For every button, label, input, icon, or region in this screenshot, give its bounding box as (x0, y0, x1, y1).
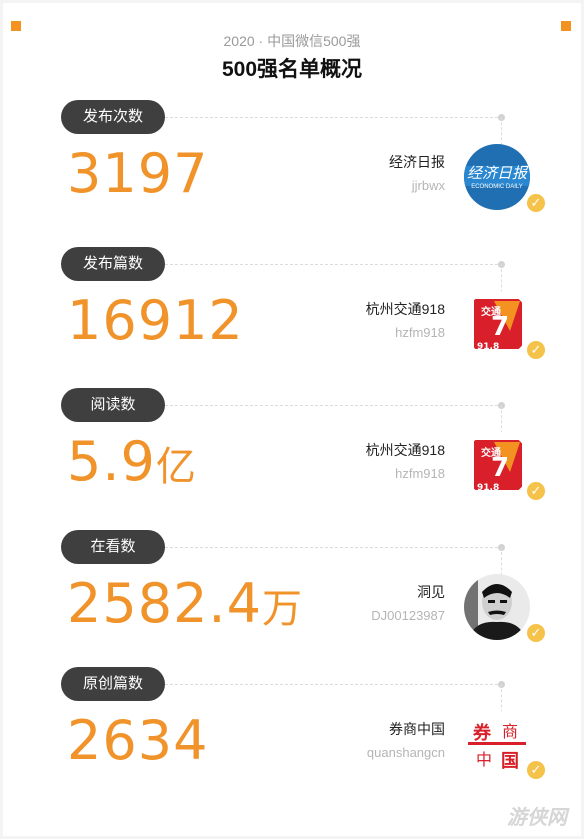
stat-section-original-count: 原创篇数 2634 券商中国 quanshangcn 券 商 中 国 ✓ (3, 667, 581, 807)
account-id: hzfm918 (395, 466, 445, 481)
verified-badge-icon: ✓ (525, 622, 547, 644)
stat-section-read-count: 阅读数 5.9亿 杭州交通918 hzfm918 交通 7 91.8 ✓ (3, 388, 581, 528)
dashed-divider (165, 547, 503, 548)
site-watermark: 游侠网 (507, 807, 567, 829)
account-name: 券商中国 (389, 721, 445, 737)
stat-value: 2582.4万 (67, 572, 303, 635)
account-name: 杭州交通918 (365, 442, 445, 458)
account-id: quanshangcn (366, 745, 445, 760)
svg-text:国: 国 (501, 751, 519, 772)
svg-text:ECONOMIC DAILY: ECONOMIC DAILY (471, 184, 523, 190)
stat-label-pill: 发布次数 (61, 100, 165, 134)
dashed-divider (165, 405, 503, 406)
stat-value: 5.9亿 (67, 430, 197, 493)
stat-value: 16912 (67, 289, 244, 352)
account-id: hzfm918 (395, 325, 445, 340)
svg-text:7: 7 (491, 312, 509, 342)
account-name: 经济日报 (389, 154, 445, 170)
account-name: 洞见 (417, 584, 445, 600)
stat-label-pill: 原创篇数 (61, 667, 165, 701)
account-name: 杭州交通918 (365, 301, 445, 317)
stat-section-article-count: 发布篇数 16912 杭州交通918 hzfm918 交通 7 91.8 ✓ (3, 247, 581, 387)
svg-text:7: 7 (491, 453, 509, 483)
verified-badge-icon: ✓ (525, 192, 547, 214)
svg-text:91.8: 91.8 (477, 483, 499, 493)
verified-badge-icon: ✓ (525, 480, 547, 502)
summary-card: 2020 · 中国微信500强 500强名单概况 发布次数 3197 经济日报 … (3, 3, 581, 836)
quanshang-zhongguo-logo-icon: 券 商 中 国 (464, 711, 530, 777)
page-title: 500强名单概况 (221, 58, 363, 81)
account-id: jjrbwx (411, 178, 445, 193)
dashed-divider (165, 264, 503, 265)
svg-text:91.8: 91.8 (477, 342, 499, 352)
dongjian-portrait-avatar-icon (464, 574, 530, 640)
page-subtitle: 2020 · 中国微信500强 (223, 33, 361, 49)
svg-text:经济日报: 经济日报 (467, 164, 529, 182)
verified-badge-icon: ✓ (525, 759, 547, 781)
stat-section-publish-count: 发布次数 3197 经济日报 jjrbwx 经济日报 ECONOMIC DAIL… (3, 100, 581, 240)
stat-label-pill: 在看数 (61, 530, 165, 564)
verified-badge-icon: ✓ (525, 339, 547, 361)
dashed-divider (165, 684, 503, 685)
stat-value: 3197 (67, 142, 209, 205)
corner-decoration-left (11, 21, 21, 31)
stat-label-pill: 发布篇数 (61, 247, 165, 281)
stat-value: 2634 (67, 709, 209, 772)
stat-section-watching-count: 在看数 2582.4万 洞见 DJ00123987 ✓ (3, 530, 581, 670)
corner-decoration-right (561, 21, 571, 31)
svg-text:商: 商 (502, 722, 518, 741)
stat-label-pill: 阅读数 (61, 388, 165, 422)
hangzhou-jiaotong-918-logo-icon: 交通 7 91.8 (464, 432, 530, 498)
jingji-ribao-logo-icon: 经济日报 ECONOMIC DAILY (464, 144, 530, 210)
svg-text:券: 券 (472, 722, 492, 744)
hangzhou-jiaotong-918-logo-icon: 交通 7 91.8 (464, 291, 530, 357)
svg-text:中: 中 (476, 750, 492, 769)
dashed-divider (165, 117, 503, 118)
account-id: DJ00123987 (371, 608, 445, 623)
